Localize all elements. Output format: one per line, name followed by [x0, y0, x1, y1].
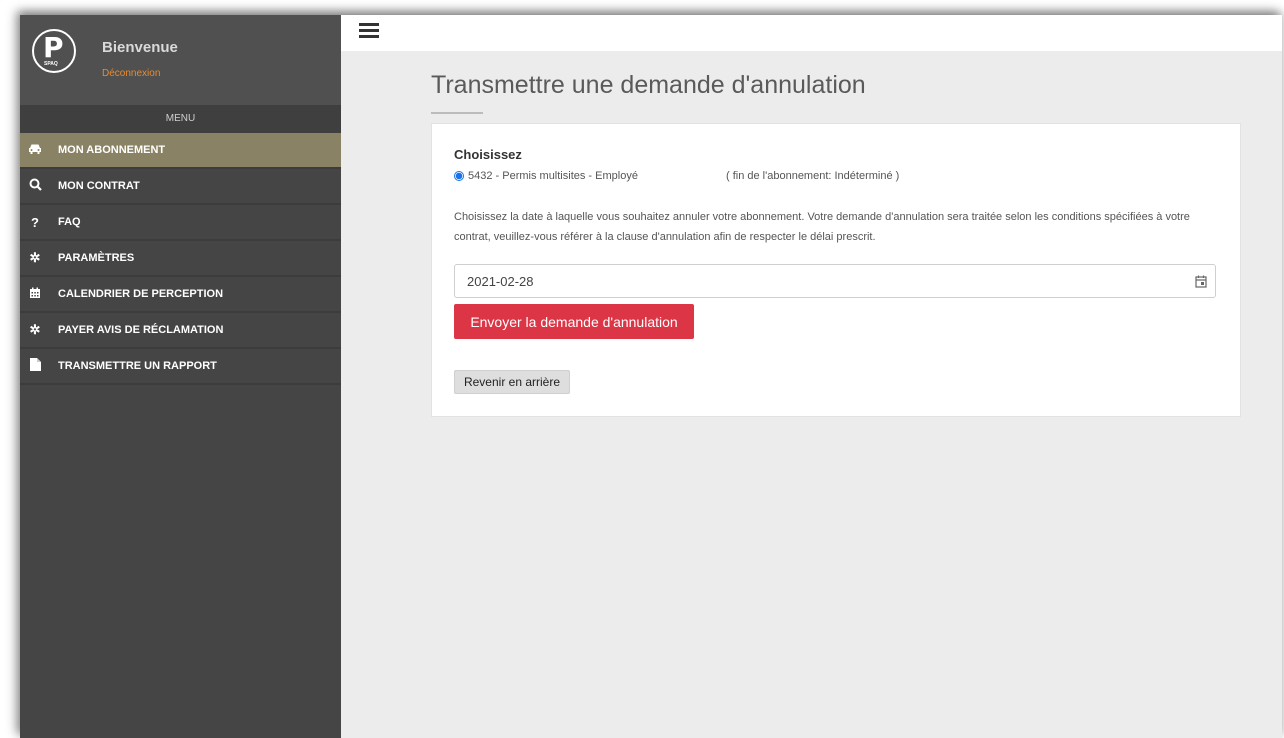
sidebar-item-label: MON ABONNEMENT — [58, 144, 166, 156]
sidebar-item-label: PARAMÈTRES — [58, 252, 135, 264]
spaq-logo: P SPAQ — [32, 29, 76, 73]
cancellation-date-input[interactable] — [454, 264, 1216, 298]
sidebar-item-transmettre-rapport[interactable]: TRANSMETTRE UN RAPPORT — [20, 349, 341, 385]
cancellation-description: Choisissez la date à laquelle vous souha… — [454, 211, 1190, 243]
sidebar-item-parametres[interactable]: ✲ PARAMÈTRES — [20, 241, 341, 277]
search-icon — [26, 178, 44, 194]
logout-link[interactable]: Déconnexion — [102, 68, 160, 79]
question-icon: ? — [31, 214, 39, 230]
car-icon — [26, 143, 44, 158]
welcome-text: Bienvenue — [102, 39, 178, 56]
page-title: Transmettre une demande d'annulation — [431, 71, 866, 99]
sidebar-item-mon-abonnement[interactable]: MON ABONNEMENT — [20, 133, 341, 169]
send-cancellation-button[interactable]: Envoyer la demande d'annulation — [454, 304, 694, 339]
subscription-end-info: ( fin de l'abonnement: Indéterminé ) — [726, 170, 900, 182]
sidebar-item-faq[interactable]: ? FAQ — [20, 205, 341, 241]
subscription-option[interactable]: 5432 - Permis multisites - Employé — [454, 170, 638, 182]
app-window: P SPAQ Bienvenue Déconnexion MENU MON AB… — [20, 15, 1282, 738]
logo-p-glyph: P — [43, 31, 64, 64]
sidebar-item-label: CALENDRIER DE PERCEPTION — [58, 288, 224, 300]
cancellation-form-card: Choisissez 5432 - Permis multisites - Em… — [431, 123, 1241, 417]
logo-text: SPAQ — [44, 61, 58, 67]
sidebar: P SPAQ Bienvenue Déconnexion MENU MON AB… — [20, 15, 341, 738]
sidebar-item-label: PAYER AVIS DE RÉCLAMATION — [58, 324, 224, 336]
choose-label: Choisissez — [454, 147, 522, 162]
gear-icon: ✲ — [29, 322, 41, 337]
sidebar-item-label: MON CONTRAT — [58, 180, 140, 192]
sidebar-item-calendrier[interactable]: CALENDRIER DE PERCEPTION — [20, 277, 341, 313]
subscription-radio[interactable] — [454, 171, 464, 181]
menu-header: MENU — [20, 105, 341, 133]
sidebar-item-mon-contrat[interactable]: MON CONTRAT — [20, 169, 341, 205]
calendar-icon — [26, 287, 44, 302]
top-bar — [341, 15, 1282, 51]
title-underline — [431, 112, 483, 114]
calendar-picker-icon[interactable] — [1186, 265, 1216, 297]
sidebar-item-payer-avis[interactable]: ✲ PAYER AVIS DE RÉCLAMATION — [20, 313, 341, 349]
file-icon — [26, 358, 44, 374]
sidebar-menu: MON ABONNEMENT MON CONTRAT ? FAQ ✲ PARAM… — [20, 133, 341, 385]
sidebar-item-label: TRANSMETTRE UN RAPPORT — [58, 360, 217, 372]
gear-icon: ✲ — [29, 250, 41, 265]
back-button[interactable]: Revenir en arrière — [454, 370, 570, 394]
subscription-option-label: 5432 - Permis multisites - Employé — [468, 170, 638, 182]
sidebar-brand: P SPAQ Bienvenue Déconnexion — [20, 15, 341, 105]
sidebar-item-label: FAQ — [58, 216, 81, 228]
hamburger-menu-icon[interactable] — [359, 23, 379, 39]
